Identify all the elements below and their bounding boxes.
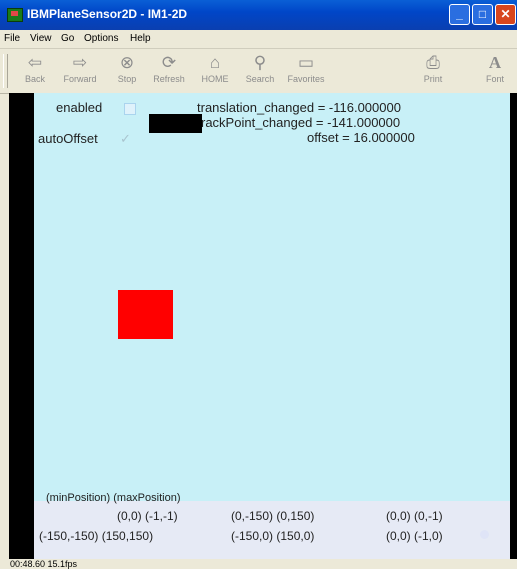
font-icon: A [488,53,502,72]
favorites-button[interactable]: ▭ Favorites [284,52,328,90]
close-button[interactable]: ✕ [495,4,516,25]
search-button[interactable]: ⚲ Search [238,52,282,90]
toolbar-grip[interactable] [3,54,8,88]
autooffset-checkbox[interactable]: ✓ [120,132,131,145]
title-bar: IBMPlaneSensor2D - IM1-2D _ □ ✕ [0,0,517,30]
font-button[interactable]: A Font [473,52,517,90]
refresh-button[interactable]: ⟳ Refresh [147,52,191,90]
maximize-button[interactable]: □ [472,4,493,25]
menu-file[interactable]: File [4,33,20,44]
offset-text: offset = 16.000000 [307,130,415,145]
back-button[interactable]: ⇦ Back [13,52,57,90]
menu-bar: File View Go Options Help [0,30,517,48]
status-time-fps: 00:48.60 15.1fps [10,559,78,569]
back-arrow-icon: ⇦ [27,53,43,72]
search-label: Search [245,74,275,84]
position-r2-c1[interactable]: (-150,-150) (150,150) [39,529,153,543]
home-button[interactable]: ⌂ HOME [193,52,237,90]
refresh-icon: ⟳ [161,53,177,72]
forward-arrow-icon: ⇨ [72,53,88,72]
autooffset-label: autoOffset [38,131,98,146]
print-button[interactable]: ⎙ Print [411,52,455,90]
font-label: Font [485,74,504,84]
print-icon: ⎙ [426,53,440,72]
print-label: Print [423,74,443,84]
menu-help[interactable]: Help [130,33,151,44]
menu-view[interactable]: View [30,33,52,44]
draggable-red-square[interactable] [118,290,173,339]
refresh-label: Refresh [153,74,185,84]
stop-icon: ⊗ [119,53,135,72]
app-icon [7,8,23,22]
stop-label: Stop [117,74,137,84]
menu-go[interactable]: Go [61,33,74,44]
scene-canvas[interactable]: enabled autoOffset ✓ translation_changed… [34,93,510,559]
trackpoint-changed-text: rackPoint_changed = -141.000000 [201,115,401,130]
position-r1-c3[interactable]: (0,0) (0,-1) [386,509,443,523]
home-label: HOME [201,74,229,84]
indicator-dot [480,530,489,539]
enabled-label: enabled [56,100,103,115]
search-icon: ⚲ [253,53,267,72]
status-bar: 00:48.60 15.1fps [0,559,517,569]
black-occluder [149,114,202,133]
position-r2-c2[interactable]: (-150,0) (150,0) [231,529,314,543]
back-label: Back [24,74,45,84]
translation-changed-text: translation_changed = -116.000000 [197,100,401,115]
position-r1-c1[interactable]: (0,0) (-1,-1) [117,509,178,523]
position-r1-c2[interactable]: (0,-150) (0,150) [231,509,314,523]
window-title: IBMPlaneSensor2D - IM1-2D [27,7,188,21]
toolbar: ⇦ Back ⇨ Forward ⊗ Stop ⟳ Refresh ⌂ HOME… [0,48,517,94]
enabled-checkbox[interactable] [124,103,136,115]
minimize-button[interactable]: _ [449,4,470,25]
forward-label: Forward [63,74,97,84]
stop-button[interactable]: ⊗ Stop [105,52,149,90]
favorites-label: Favorites [287,74,325,84]
position-r2-c3[interactable]: (0,0) (-1,0) [386,529,443,543]
home-icon: ⌂ [209,53,221,72]
forward-button[interactable]: ⇨ Forward [58,52,102,90]
position-header: (minPosition) (maxPosition) [46,492,181,504]
menu-options[interactable]: Options [84,33,118,44]
vrml-viewport[interactable]: enabled autoOffset ✓ translation_changed… [9,93,517,559]
favorites-folder-icon: ▭ [297,53,315,72]
